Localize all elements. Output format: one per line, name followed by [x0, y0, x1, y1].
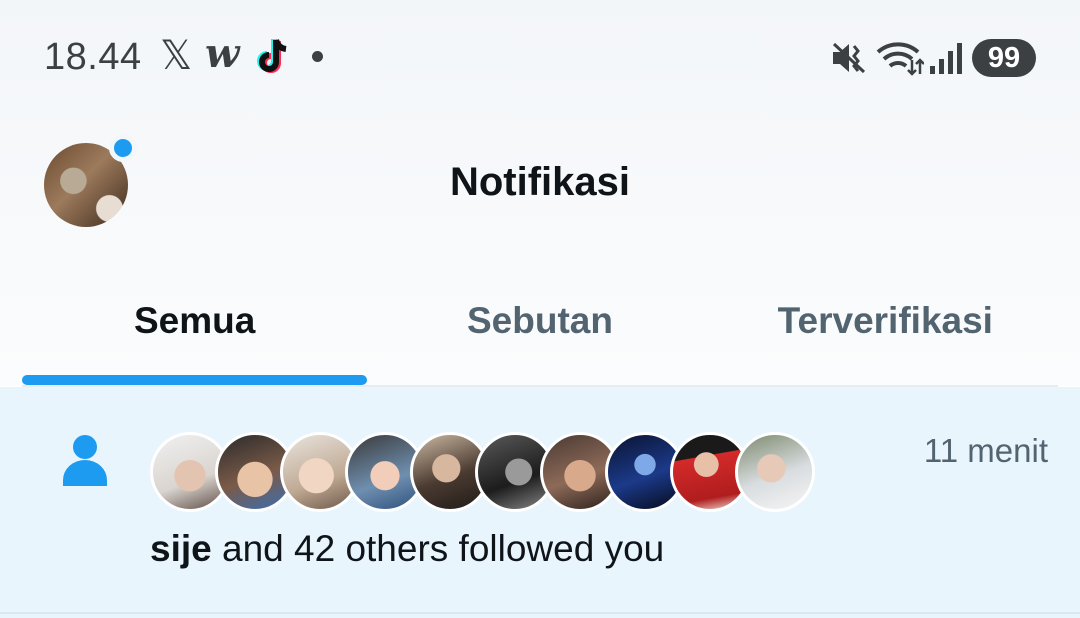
tab-sebutan[interactable]: Sebutan	[367, 290, 712, 386]
tab-semua[interactable]: Semua	[22, 290, 367, 386]
notification-text: sije and 42 others followed you	[150, 528, 664, 570]
page-title: Notifikasi	[449, 160, 631, 204]
wifi-icon	[876, 40, 925, 81]
cell-signal-icon	[928, 40, 964, 81]
follower-username[interactable]: sije	[150, 528, 212, 569]
active-tab-indicator	[22, 375, 367, 385]
tiktok-app-icon	[252, 36, 292, 83]
tab-terverifikasi[interactable]: Terverifikasi	[713, 290, 1058, 386]
notification-message: and 42 others followed you	[211, 528, 665, 569]
notification-time: 11 menit	[923, 432, 1048, 469]
notification-tabs: Semua Sebutan Terverifikasi	[22, 290, 1058, 386]
x-app-icon: 𝕏	[160, 34, 193, 78]
status-bar: 18.44 𝕏 w 99	[0, 0, 1080, 118]
person-icon	[62, 434, 108, 491]
status-clock: 18.44	[44, 36, 142, 78]
battery-indicator: 99	[972, 39, 1036, 77]
webtoon-app-icon: w	[205, 30, 240, 77]
unread-indicator-dot	[109, 134, 137, 162]
notification-divider	[0, 612, 1080, 614]
follower-avatar[interactable]	[735, 432, 815, 512]
vibrate-mute-icon	[830, 40, 868, 81]
more-notifications-dot	[312, 51, 323, 62]
